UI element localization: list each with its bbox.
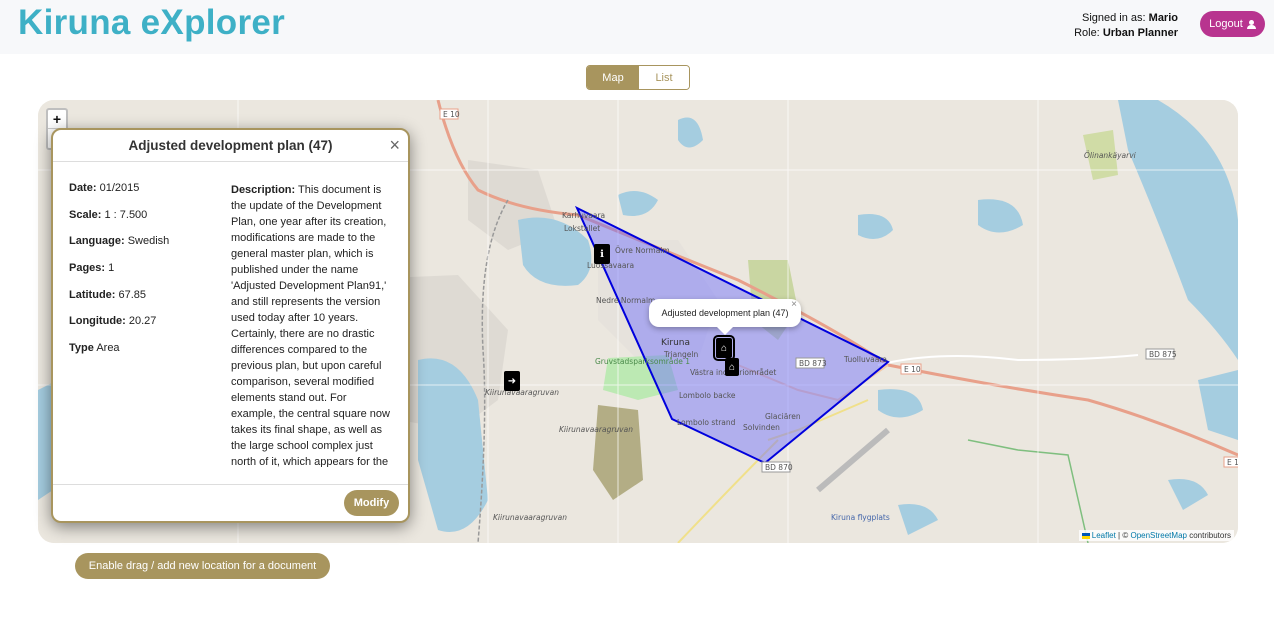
place-glaciaren: Glaciären (765, 412, 801, 421)
field-date: Date: 01/2015 (69, 182, 140, 194)
document-description: Description: This document is the update… (231, 182, 393, 467)
place-ovre-normalm: Övre Normalm (615, 246, 670, 255)
map-popup-close-icon[interactable]: × (791, 299, 797, 310)
zoom-in-button[interactable]: + (48, 110, 66, 129)
document-marker-info-icon[interactable]: ℹ (594, 244, 610, 264)
modify-button[interactable]: Modify (344, 490, 399, 516)
description-text: This document is the update of the Devel… (231, 184, 390, 467)
place-nedre-normalm: Nedre Normalm (596, 296, 655, 305)
osm-link[interactable]: OpenStreetMap (1130, 531, 1186, 540)
place-karhuvaara: Karhuvaara (562, 211, 605, 220)
place-solvinden: Solvinden (743, 423, 780, 432)
road-label-bd875: BD 875 (1149, 350, 1177, 359)
field-type: Type Area (69, 342, 120, 355)
document-marker-arrow-icon[interactable]: ➜ (504, 371, 520, 391)
road-label-e10-edge: E 10 (1227, 458, 1238, 467)
road-label-bd870: BD 870 (765, 463, 793, 472)
document-fields: Date: 01/2015 Scale: 1 : 7.500 Language:… (69, 182, 219, 369)
road-label-e10-right: E 10 (904, 365, 921, 374)
place-gruvstad: Gruvstadsparksområde 1 (595, 357, 690, 366)
place-kiirunavaaragruvan-2: Kiirunavaaragruvan (559, 425, 633, 434)
role-label: Role: (1074, 27, 1100, 39)
place-kiirunavaaragruvan-3: Kiirunavaaragruvan (493, 513, 567, 522)
user-name: Mario (1148, 12, 1178, 24)
leaflet-link[interactable]: Leaflet (1092, 531, 1116, 540)
field-latitude: Latitude: 67.85 (69, 288, 147, 301)
place-tuolluvaara: Tuolluvaara (843, 355, 887, 364)
place-olinankayarvi: Ölinankäyarvi (1084, 151, 1137, 160)
place-kiirunavaaragruvan: Kiirunavaaragruvan (485, 388, 559, 397)
modal-title: Adjusted development plan (47) (53, 130, 408, 162)
field-longitude: Longitude: 20.27 (69, 315, 157, 328)
tab-map[interactable]: Map (587, 66, 639, 89)
field-scale: Scale: 1 : 7.500 (69, 208, 148, 221)
logout-button[interactable]: Logout (1200, 11, 1265, 37)
app-header: Kiruna eXplorer Signed in as: Mario Role… (0, 0, 1274, 54)
signed-in-label: Signed in as: (1081, 12, 1146, 24)
user-icon (1246, 19, 1256, 29)
place-kiruna: Kiruna (661, 338, 690, 348)
tab-list[interactable]: List (639, 66, 689, 89)
user-info: Signed in as: Mario Role: Urban Planner (1074, 11, 1178, 41)
place-flygplats: Kiruna flygplats (831, 513, 890, 522)
enable-drag-button[interactable]: Enable drag / add new location for a doc… (75, 553, 330, 579)
place-lombolo-strand: Lombolo strand (677, 418, 736, 427)
ukraine-flag-icon (1081, 532, 1090, 539)
attribution-separator: | © (1118, 531, 1129, 540)
field-language: Language: Swedish (69, 235, 170, 248)
user-role: Urban Planner (1102, 27, 1178, 39)
document-marker-house-icon[interactable]: ⌂ (725, 358, 739, 376)
app-title: Kiruna eXplorer (18, 3, 286, 42)
close-icon[interactable]: × (389, 136, 400, 154)
field-pages: Pages: 1 (69, 262, 115, 275)
place-lombolo-backe: Lombolo backe (679, 391, 736, 400)
road-label-bd873: BD 873 (799, 359, 827, 368)
view-toggle: Map List (586, 65, 690, 90)
road-label-e10-top: E 10 (443, 110, 460, 119)
attribution-suffix: contributors (1189, 531, 1231, 540)
map-popup: Adjusted development plan (47) × (649, 299, 801, 335)
logout-label: Logout (1209, 18, 1243, 30)
map-attribution: Leaflet | © OpenStreetMap contributors (1078, 530, 1234, 541)
document-marker-house-icon-selected[interactable]: ⌂ (713, 335, 735, 361)
map-popup-text: Adjusted development plan (47) (661, 308, 789, 318)
document-details-modal: Adjusted development plan (47) × Date: 0… (51, 128, 410, 523)
modal-footer-divider (53, 484, 408, 485)
description-label: Description: (231, 184, 296, 196)
place-lokstallet: Lokstallet (564, 224, 600, 233)
